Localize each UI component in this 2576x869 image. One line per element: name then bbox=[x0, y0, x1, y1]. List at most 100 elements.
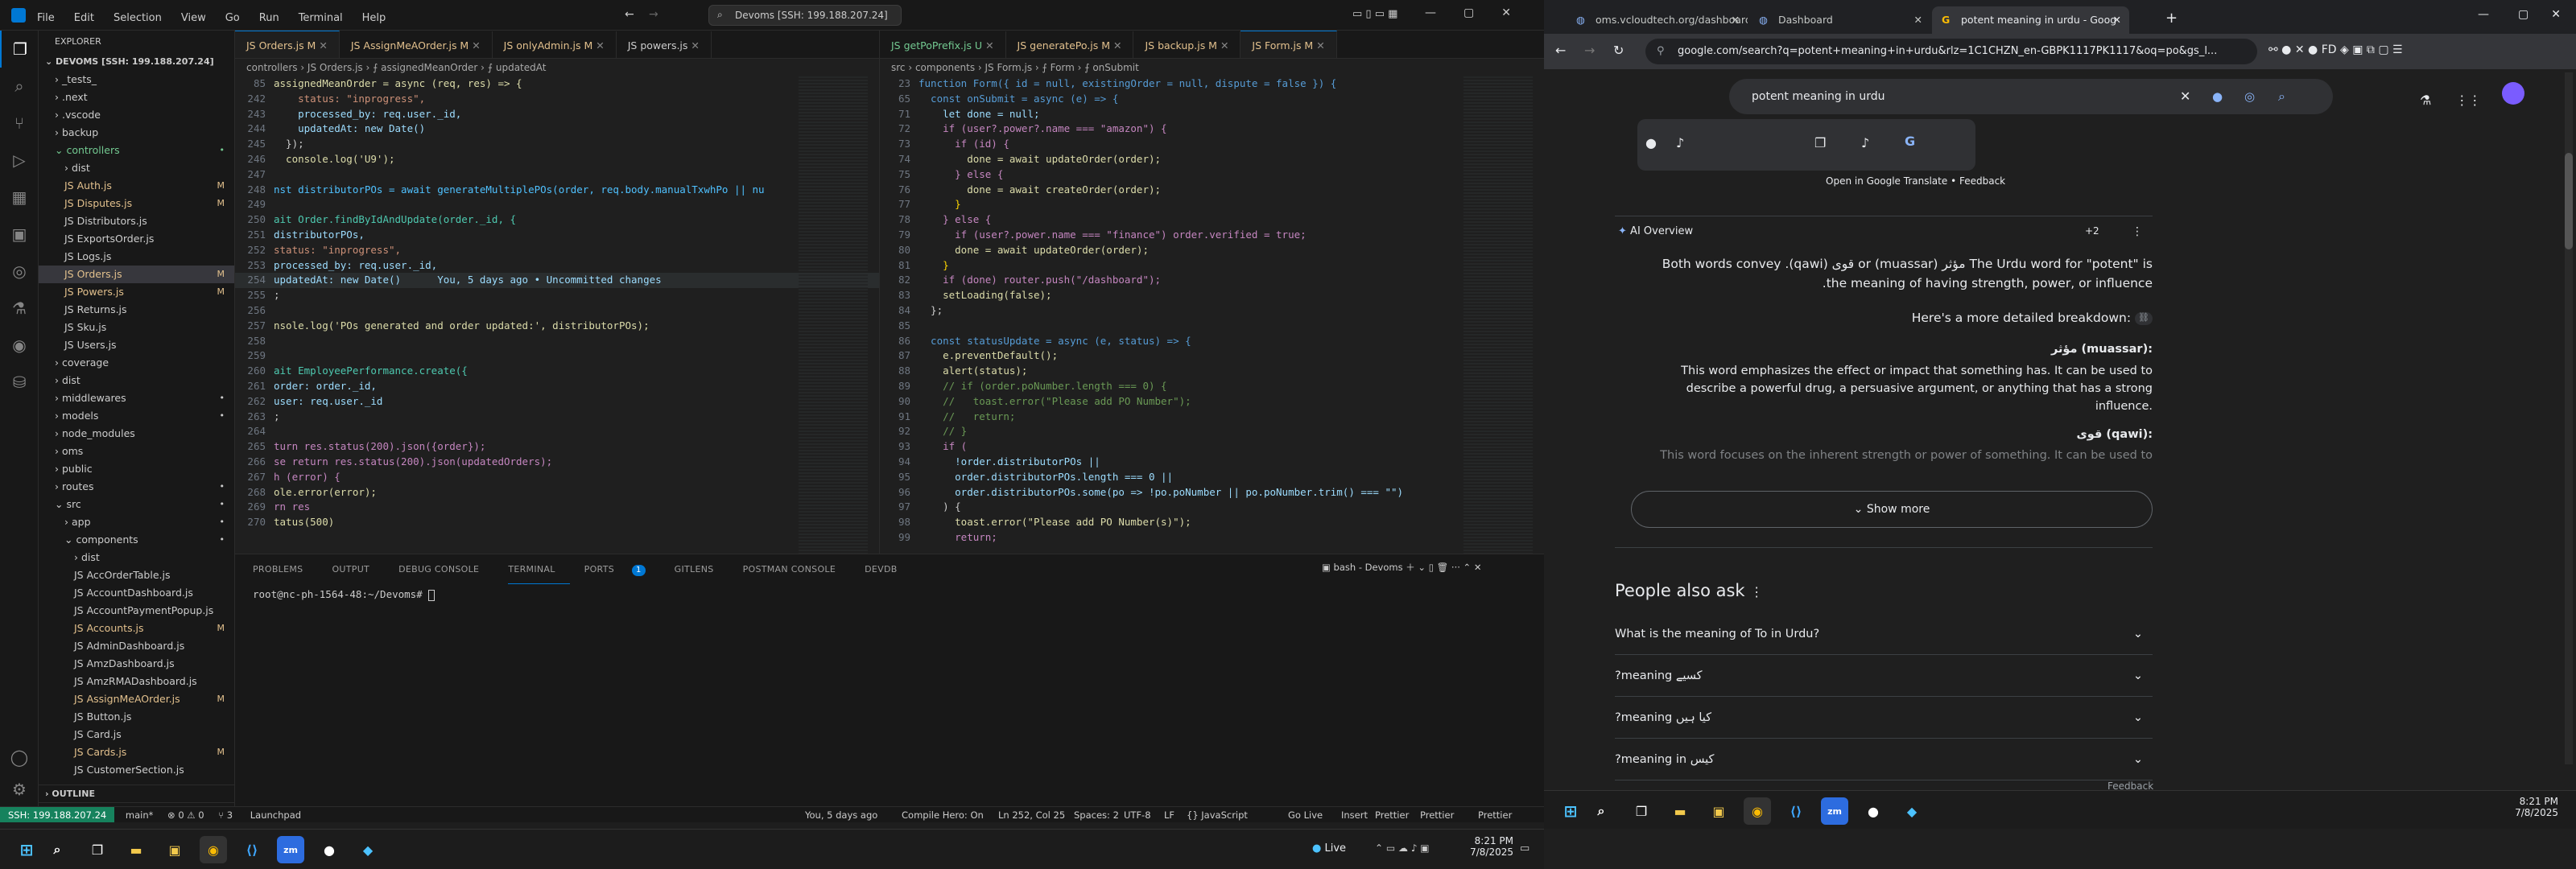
tree-item[interactable]: JS Disputes.js M bbox=[39, 195, 234, 212]
nav-forward-icon[interactable]: → bbox=[649, 8, 658, 21]
app-icon[interactable]: ◆ bbox=[354, 836, 382, 863]
system-tray[interactable]: ⌃ ▭ ☁ ♪ ▣ bbox=[1375, 842, 1430, 854]
file-explorer-icon[interactable]: ▬ bbox=[1666, 797, 1694, 825]
close-tab-icon[interactable]: ✕ bbox=[1732, 6, 1740, 34]
tree-item[interactable]: JS Powers.js M bbox=[39, 283, 234, 301]
start-icon[interactable]: ⊞ bbox=[13, 836, 40, 863]
microphone-icon[interactable]: ● bbox=[1645, 135, 1657, 150]
feedback-link[interactable]: Feedback bbox=[1959, 175, 2005, 187]
minimap-right[interactable] bbox=[1463, 76, 1533, 554]
postman-icon[interactable]: ◉ bbox=[0, 327, 39, 364]
clock[interactable]: 8:21 PM 7/8/2025 bbox=[1457, 835, 1513, 858]
open-translate-link[interactable]: Open in Google Translate bbox=[1826, 175, 1947, 187]
forward-icon[interactable]: → bbox=[1584, 43, 1595, 58]
tree-item[interactable]: › oms bbox=[39, 443, 234, 460]
editor-tab[interactable]: JS onlyAdmin.js M ✕ bbox=[493, 31, 617, 58]
page-scrollbar[interactable] bbox=[2565, 72, 2573, 764]
tree-item[interactable]: JS Returns.js bbox=[39, 301, 234, 319]
tree-item[interactable]: › public bbox=[39, 460, 234, 478]
search-view-icon[interactable]: ⌕ bbox=[0, 68, 39, 105]
tree-item[interactable]: JS Auth.js M bbox=[39, 177, 234, 195]
git-blame[interactable]: You, 5 days ago bbox=[805, 807, 877, 822]
tree-item[interactable]: › dist bbox=[39, 159, 234, 177]
tree-item[interactable]: › backup bbox=[39, 124, 234, 142]
notification-icon[interactable]: ▭ bbox=[1520, 842, 1530, 855]
tree-item[interactable]: JS Distributors.js bbox=[39, 212, 234, 230]
start-icon[interactable]: ⊞ bbox=[1557, 797, 1584, 825]
tree-item[interactable]: JS Users.js bbox=[39, 336, 234, 354]
task-view-icon[interactable]: ❐ bbox=[84, 836, 111, 863]
tree-item[interactable]: › routes • bbox=[39, 478, 234, 496]
maximize-icon[interactable]: ▢ bbox=[1463, 6, 1474, 19]
menu-view[interactable]: View bbox=[181, 12, 206, 24]
google-search-box[interactable]: potent meaning in urdu ✕ ● ◎ ⌕ bbox=[1729, 79, 2333, 114]
close-icon[interactable]: ✕ bbox=[2551, 8, 2561, 21]
tab-dashboard[interactable]: ◍ Dashboard ✕ bbox=[1749, 6, 1930, 34]
tree-item[interactable]: JS AssignMeAOrder.js M bbox=[39, 690, 234, 708]
editor-tab[interactable]: JS getPoPrefix.js U ✕ bbox=[880, 31, 1006, 58]
tree-item[interactable]: JS Orders.js M bbox=[39, 266, 234, 283]
terminal-output[interactable]: root@nc-ph-1564-48:~/Devoms# bbox=[253, 588, 436, 601]
tree-item[interactable]: › .vscode bbox=[39, 106, 234, 124]
file-explorer-icon[interactable]: ▬ bbox=[122, 836, 150, 863]
app-icon[interactable]: ◆ bbox=[1898, 797, 1926, 825]
remote-indicator[interactable]: SSH: 199.188.207.24 bbox=[0, 807, 115, 822]
close-tab-icon[interactable]: ✕ bbox=[687, 39, 699, 51]
clear-search-icon[interactable]: ✕ bbox=[2180, 79, 2190, 114]
google-g-icon[interactable]: G bbox=[1905, 134, 1915, 149]
remote-explorer-icon[interactable]: ▣ bbox=[0, 216, 39, 253]
menu-run[interactable]: Run bbox=[259, 12, 279, 24]
search-icon[interactable]: ⌕ bbox=[43, 836, 71, 863]
panel-tab[interactable]: POSTMAN CONSOLE bbox=[743, 556, 851, 583]
code-editor-right[interactable]: 23 function Form({ id = null, existingOrd… bbox=[880, 76, 1544, 546]
tree-item[interactable]: JS Button.js bbox=[39, 708, 234, 726]
editor-tab[interactable]: JS powers.js ✕ bbox=[617, 31, 712, 58]
speaker-icon[interactable]: ♪ bbox=[1861, 135, 1869, 150]
tree-item[interactable]: › _tests_ bbox=[39, 71, 234, 89]
indentation[interactable]: Spaces: 2 bbox=[1074, 807, 1119, 822]
tree-item[interactable]: JS Accounts.js M bbox=[39, 620, 234, 637]
cursor-position[interactable]: Ln 252, Col 25 bbox=[998, 807, 1065, 822]
tab-oms-dashboard[interactable]: ◍ oms.vcloudtech.org/dashboard ✕ bbox=[1567, 6, 1748, 34]
close-tab-icon[interactable]: ✕ bbox=[469, 39, 480, 51]
paa-item[interactable]: What is the meaning of To in Urdu? ⌄ bbox=[1615, 613, 2153, 655]
compile-hero[interactable]: Compile Hero: On bbox=[902, 807, 984, 822]
close-tab-icon[interactable]: ✕ bbox=[316, 39, 327, 51]
insert-mode[interactable]: Insert bbox=[1341, 807, 1368, 822]
panel-tab[interactable]: TERMINAL bbox=[508, 556, 570, 584]
tree-item[interactable]: JS AdminDashboard.js bbox=[39, 637, 234, 655]
extensions-icon[interactable]: ▦ bbox=[0, 179, 39, 216]
tree-item[interactable]: › coverage bbox=[39, 354, 234, 372]
profile-avatar[interactable] bbox=[2502, 82, 2525, 105]
minimize-icon[interactable]: — bbox=[2478, 8, 2489, 21]
tree-item[interactable]: JS Card.js bbox=[39, 726, 234, 743]
panel-tab[interactable]: GITLENS bbox=[675, 556, 729, 583]
show-more-button[interactable]: ⌄ Show more bbox=[1631, 491, 2153, 528]
layout-controls[interactable]: ▭ ▯ ▭ ▦ bbox=[1352, 8, 1397, 20]
end-of-line[interactable]: LF bbox=[1164, 807, 1174, 822]
code-editor-left[interactable]: 85 assignedMeanOrder = async (req, res) =… bbox=[235, 76, 879, 530]
tree-item[interactable]: JS Logs.js bbox=[39, 248, 234, 266]
command-center-search[interactable]: ⌕ Devoms [SSH: 199.188.207.24] bbox=[708, 5, 902, 26]
prettier-1[interactable]: Prettier bbox=[1375, 807, 1409, 822]
tree-item[interactable]: › .next bbox=[39, 89, 234, 106]
github-icon[interactable]: ● bbox=[316, 836, 343, 863]
apps-grid-icon[interactable]: ⋮⋮ bbox=[2455, 93, 2481, 108]
labs-icon[interactable]: ⚗ bbox=[2420, 93, 2431, 108]
lens-icon[interactable]: ◎ bbox=[2244, 79, 2255, 114]
scrollbar-thumb[interactable] bbox=[2565, 153, 2573, 249]
panel-tab[interactable]: PROBLEMS bbox=[253, 556, 317, 583]
problems-count[interactable]: ⊗ 0 ⚠ 0 bbox=[167, 807, 204, 822]
menu-edit[interactable]: Edit bbox=[74, 12, 94, 24]
zoom-icon[interactable]: zm bbox=[1821, 797, 1848, 825]
tree-item[interactable]: JS AmzDashboard.js bbox=[39, 655, 234, 673]
speaker-icon[interactable]: ♪ bbox=[1676, 135, 1684, 150]
tab-google-search[interactable]: Gpotent meaning in urdu - Goog ✕ bbox=[1932, 6, 2129, 34]
menu-help[interactable]: Help bbox=[362, 12, 386, 24]
panel-tab[interactable]: DEVDB bbox=[865, 556, 911, 583]
nav-back-icon[interactable]: ← bbox=[625, 8, 634, 21]
tree-item[interactable]: JS ExportsOrder.js bbox=[39, 230, 234, 248]
source-control-icon[interactable]: ⑂ bbox=[0, 105, 39, 142]
close-tab-icon[interactable]: ✕ bbox=[1110, 39, 1121, 51]
tree-item[interactable]: JS Cards.js M bbox=[39, 743, 234, 761]
